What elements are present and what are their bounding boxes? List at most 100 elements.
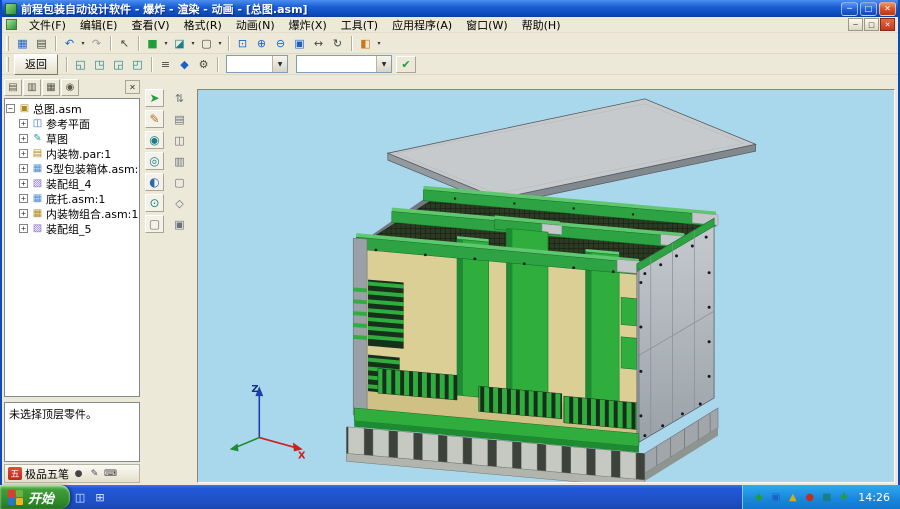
explode-component-icon[interactable]: ◲ [109,56,128,73]
document-icon[interactable] [6,19,17,30]
tree-row[interactable]: + ▧ 装配组_5 [6,221,138,236]
minimize-button[interactable]: ─ [841,2,858,16]
menu-edit[interactable]: 编辑(E) [73,16,125,34]
tree-item-label[interactable]: 草图 [46,131,68,147]
reorder-tool-icon[interactable]: ⇅ [170,89,189,107]
expand-box-icon[interactable]: + [19,179,28,188]
ime-keyboard-icon[interactable]: ⌨ [104,467,117,480]
menu-format[interactable]: 格式(R) [177,16,229,34]
expand-box-icon[interactable]: + [19,209,28,218]
menu-tools[interactable]: 工具(T) [334,16,385,34]
fit-view-icon[interactable]: ▣ [290,35,309,52]
menu-animation[interactable]: 动画(N) [229,16,282,34]
ime-logo-icon[interactable]: 五 [8,467,22,480]
auto-explode-icon[interactable]: ◳ [90,56,109,73]
expand-box-icon[interactable]: + [19,224,28,233]
alternate-tab-icon[interactable]: ▦ [42,79,60,96]
crate-model[interactable] [353,186,718,453]
tray-antivirus-icon[interactable]: ▲ [786,491,799,504]
tray-volume-icon[interactable]: ◆ [752,491,765,504]
tree-item-label[interactable]: S型包装箱体.asm:1 [46,161,138,177]
tray-update-icon[interactable]: ● [803,491,816,504]
zoom-area-icon[interactable]: ⊡ [233,35,252,52]
wireframe-dropdown-icon[interactable]: ▾ [216,40,224,47]
flow-lines-icon[interactable]: ≡ [156,56,175,73]
menu-help[interactable]: 帮助(H) [515,16,568,34]
expand-box-icon[interactable]: − [6,104,15,113]
wireframe-view-icon[interactable]: ▢ [197,35,216,52]
orbit-tool-icon[interactable]: ◎ [145,152,164,170]
solid-display-tool-icon[interactable]: ▣ [170,215,189,233]
apply-button[interactable]: ✔ [396,56,416,73]
tree-row[interactable]: + ▦ S型包装箱体.asm:1 [6,161,138,176]
menu-applications[interactable]: 应用程序(A) [385,16,459,34]
tree-item-label[interactable]: 底托.asm:1 [46,191,105,207]
print-icon[interactable]: ▤ [32,35,51,52]
edgebar-close-icon[interactable]: ✕ [125,80,140,94]
shaded-view-icon[interactable]: ■ [143,35,162,52]
child-restore-button[interactable]: □ [864,18,879,31]
undo-dropdown-icon[interactable]: ▾ [79,40,87,47]
window-tool-icon[interactable]: ◫ [170,131,189,149]
3d-model-canvas[interactable]: Z X [198,90,894,482]
ime-pen-icon[interactable]: ✎ [88,467,101,480]
tree-row[interactable]: + ▦ 底托.asm:1 [6,191,138,206]
select-icon[interactable]: ↖ [115,35,134,52]
frame-tool-icon[interactable]: ▢ [170,173,189,191]
expand-box-icon[interactable]: + [19,134,28,143]
combo-arrow-icon[interactable]: ▼ [272,56,287,72]
maximize-button[interactable]: □ [860,2,877,16]
tree-row[interactable]: + ▦ 内装物组合.asm:1 [6,206,138,221]
undo-icon[interactable]: ↶ [60,35,79,52]
library-tab-icon[interactable]: ▥ [23,79,41,96]
named-views-icon[interactable]: ◧ [356,35,375,52]
ghost-display-tool-icon[interactable]: ◇ [170,194,189,212]
return-button[interactable]: 返回 [14,54,58,75]
tree-item-label[interactable]: 总图.asm [33,101,82,117]
rotate-view-icon[interactable]: ↻ [328,35,347,52]
unexplode-icon[interactable]: ◱ [71,56,90,73]
child-minimize-button[interactable]: ─ [848,18,863,31]
combo-arrow-icon[interactable]: ▼ [376,56,391,72]
visible-edges-view-icon[interactable]: ◪ [170,35,189,52]
zoom-in-icon[interactable]: ⊕ [252,35,271,52]
toolbar-grip[interactable] [6,36,9,51]
tree-row[interactable]: + ▧ 装配组_4 [6,176,138,191]
options-tool-icon[interactable]: ▢ [145,215,164,233]
tree-row[interactable]: − ▣ 总图.asm [6,101,138,116]
save-icon[interactable]: ▦ [13,35,32,52]
shaded-tool-icon[interactable]: ◉ [145,131,164,149]
camera-tool-icon[interactable]: ◐ [145,173,164,191]
sensors-tab-icon[interactable]: ◉ [61,79,79,96]
model-viewport[interactable]: Z X [197,89,895,483]
explode-config-combo[interactable]: ▼ [226,55,288,73]
visible-edges-dropdown-icon[interactable]: ▾ [189,40,197,47]
expand-box-icon[interactable]: + [19,119,28,128]
parts-list-tool-icon[interactable]: ▤ [170,110,189,128]
tree-item-label[interactable]: 内装物组合.asm:1 [46,206,138,222]
tree-row[interactable]: + ▤ 内装物.par:1 [6,146,138,161]
explode-options-icon[interactable]: ⚙ [194,56,213,73]
tree-item-label[interactable]: 装配组_4 [46,176,92,192]
measure-tool-icon[interactable]: ⊙ [145,194,164,212]
collapse-explode-icon[interactable]: ◰ [128,56,147,73]
menu-window[interactable]: 窗口(W) [459,16,514,34]
ime-mode-icon[interactable]: ● [72,467,85,480]
named-views-dropdown-icon[interactable]: ▾ [375,40,383,47]
tree-item-label[interactable]: 装配组_5 [46,221,92,237]
animation-select-combo[interactable]: ▼ [296,55,392,73]
tree-row[interactable]: + ✎ 草图 [6,131,138,146]
close-button[interactable]: ✕ [879,2,896,16]
toolbar-grip[interactable] [6,57,9,72]
shaded-view-dropdown-icon[interactable]: ▾ [162,40,170,47]
menu-file[interactable]: 文件(F) [22,16,73,34]
tree-item-label[interactable]: 内装物.par:1 [46,146,111,162]
pathfinder-tab-icon[interactable]: ▤ [4,79,22,96]
expand-box-icon[interactable]: + [19,149,28,158]
clock[interactable]: 14:26 [858,491,890,504]
tray-safety-icon[interactable]: ✚ [837,491,850,504]
menu-explode[interactable]: 爆炸(X) [282,16,334,34]
start-button[interactable]: 开始 [0,485,70,509]
zoom-out-icon[interactable]: ⊖ [271,35,290,52]
pan-icon[interactable]: ↔ [309,35,328,52]
